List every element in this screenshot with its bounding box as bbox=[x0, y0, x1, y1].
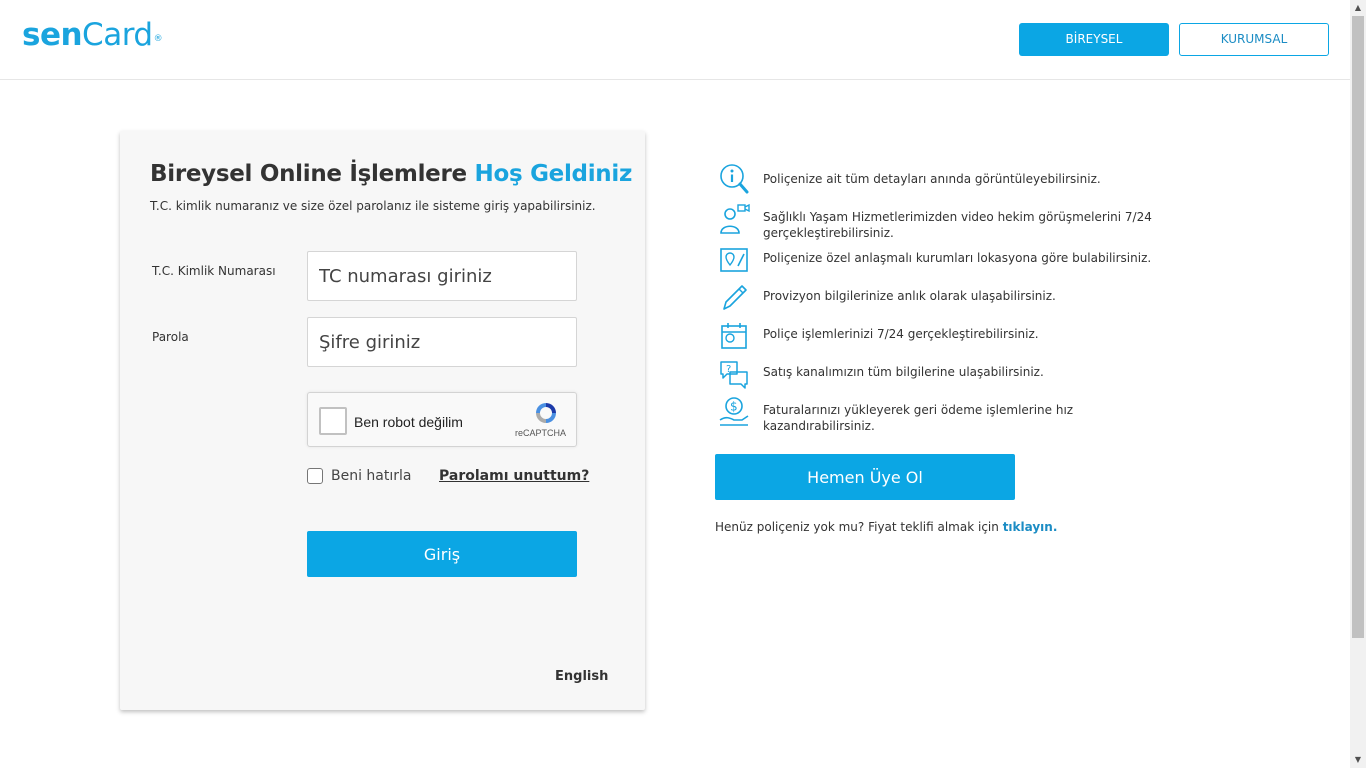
doctor-video-icon bbox=[720, 203, 750, 234]
scroll-down-arrow-icon[interactable]: ▼ bbox=[1350, 752, 1366, 768]
tc-number-label: T.C. Kimlik Numarası bbox=[152, 264, 276, 278]
feature-text: Poliçenize özel anlaşmalı kurumları loka… bbox=[763, 251, 1152, 265]
login-submit-button[interactable]: Giriş bbox=[307, 531, 577, 577]
corporate-tab-button[interactable]: KURUMSAL bbox=[1179, 23, 1329, 56]
sencard-logo[interactable]: senCard® bbox=[22, 16, 163, 54]
signup-button[interactable]: Hemen Üye Ol bbox=[715, 454, 1015, 500]
remember-me-label[interactable]: Beni hatırla bbox=[331, 468, 412, 484]
quote-prompt-text: Henüz poliçeniz yok mu? Fiyat teklifi al… bbox=[715, 520, 999, 534]
password-input[interactable] bbox=[307, 317, 577, 367]
pen-icon bbox=[723, 285, 747, 310]
top-header: senCard® BİREYSEL KURUMSAL bbox=[0, 0, 1350, 80]
login-title-main: Bireysel Online İşlemlere bbox=[150, 161, 467, 187]
tc-number-input[interactable] bbox=[307, 251, 577, 301]
feature-text: Poliçe işlemlerinizi 7/24 gerçekleştireb… bbox=[763, 327, 1039, 341]
svg-text:?: ? bbox=[726, 364, 731, 375]
feature-text: Poliçenize ait tüm detayları anında görü… bbox=[763, 172, 1101, 186]
policy-calendar-icon bbox=[721, 323, 747, 349]
login-subtitle: T.C. kimlik numaranız ve size özel parol… bbox=[150, 199, 596, 213]
logo-sen: sen bbox=[22, 17, 83, 53]
login-card: Bireysel Online İşlemlere Hoş Geldiniz T… bbox=[120, 131, 645, 710]
password-label: Parola bbox=[152, 330, 189, 344]
magnifier-info-icon bbox=[720, 164, 749, 194]
login-title-accent: Hoş Geldiniz bbox=[474, 161, 633, 187]
recaptcha-widget: Ben robot değilim reCAPTCHA bbox=[307, 392, 577, 447]
hand-money-icon: $ bbox=[719, 397, 749, 426]
recaptcha-logo-icon bbox=[536, 403, 556, 423]
recaptcha-brand: reCAPTCHA bbox=[515, 428, 567, 438]
logo-card: Card bbox=[82, 17, 153, 53]
chat-question-icon: ? bbox=[720, 361, 748, 389]
scroll-up-arrow-icon[interactable]: ▲ bbox=[1350, 0, 1366, 16]
location-map-icon bbox=[720, 248, 748, 272]
svg-text:$: $ bbox=[730, 400, 738, 414]
login-title: Bireysel Online İşlemlere Hoş Geldiniz bbox=[150, 161, 632, 187]
feature-text: Satış kanalımızın tüm bilgilerine ulaşab… bbox=[763, 365, 1044, 379]
feature-text: Sağlıklı Yaşam Hizmetlerimizden video he… bbox=[763, 210, 1152, 240]
forgot-password-link[interactable]: Parolamı unuttum? bbox=[439, 468, 589, 484]
feature-text: Provizyon bilgilerinize anlık olarak ula… bbox=[763, 289, 1056, 303]
scroll-thumb[interactable] bbox=[1352, 16, 1364, 638]
recaptcha-checkbox[interactable] bbox=[319, 407, 347, 435]
remember-me-checkbox[interactable] bbox=[307, 468, 323, 484]
individual-tab-button[interactable]: BİREYSEL bbox=[1019, 23, 1169, 56]
page-scrollbar[interactable]: ▲ ▼ bbox=[1350, 0, 1366, 768]
logo-registered-mark: ® bbox=[153, 34, 163, 44]
quote-prompt: Henüz poliçeniz yok mu? Fiyat teklifi al… bbox=[715, 520, 1057, 534]
quote-link[interactable]: tıklayın. bbox=[1003, 520, 1058, 534]
language-switch-link[interactable]: English bbox=[555, 669, 608, 684]
feature-text: Faturalarınızı yükleyerek geri ödeme işl… bbox=[763, 403, 1074, 433]
recaptcha-label: Ben robot değilim bbox=[354, 414, 463, 430]
